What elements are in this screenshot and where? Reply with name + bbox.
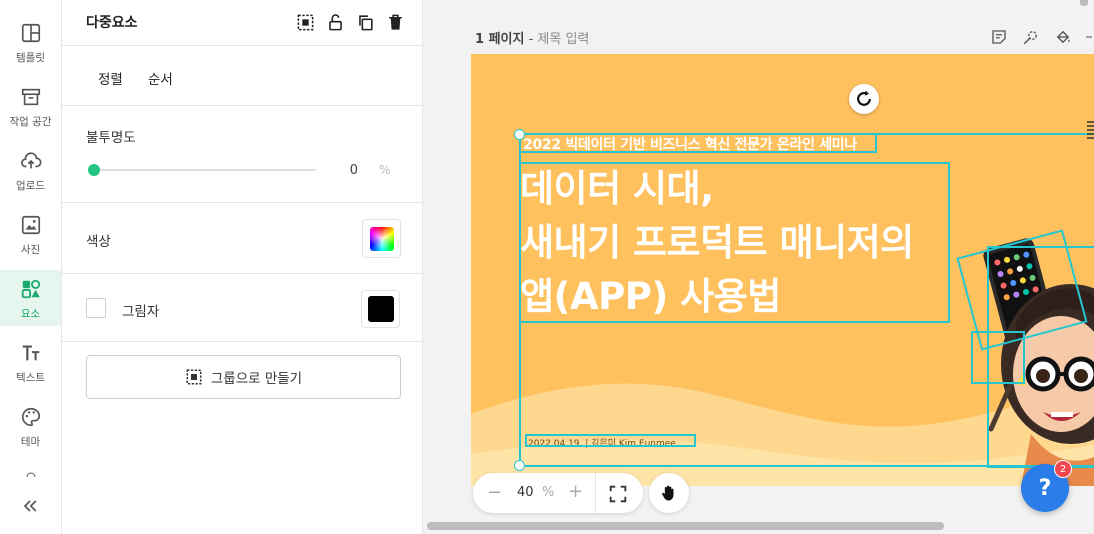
group-select-icon — [297, 14, 313, 30]
canvas-date-author-text[interactable]: 2022.04.19. | 김은미 Kim Eunmee — [528, 436, 676, 449]
rail-label: 업로드 — [16, 180, 45, 192]
headline-line: 새내기 프로덕트 매니저의 — [520, 221, 914, 264]
rail-item-text[interactable]: 텍스트 — [0, 334, 61, 390]
copy-icon — [358, 14, 373, 30]
rotate-button[interactable] — [849, 84, 879, 114]
template-icon — [21, 23, 40, 43]
color-picker-button[interactable] — [362, 219, 401, 258]
shadow-label: 그림자 — [122, 304, 160, 320]
opacity-value-input[interactable]: 0 — [332, 163, 358, 178]
panel-header: 다중요소 — [62, 0, 423, 46]
rail-item-photo[interactable]: 사진 — [0, 206, 61, 262]
tab-order[interactable]: 순서 — [148, 68, 173, 88]
shadow-color-button[interactable] — [361, 290, 400, 328]
notification-badge: 2 — [1054, 460, 1072, 478]
magic-wand-icon — [1023, 31, 1037, 45]
page-title-input[interactable]: 제목 입력 — [537, 32, 589, 47]
memoji-illustration — [983, 238, 1094, 486]
resize-handle-top-left[interactable] — [514, 129, 525, 140]
workspace: 1 페이지 - 제목 입력 2022 빅데이터 기반 비즈니스 혁신 전문가 온… — [423, 0, 1094, 534]
double-chevron-left-icon — [23, 500, 37, 512]
paint-bucket-icon — [1056, 30, 1070, 44]
resize-handle-bottom-left[interactable] — [514, 460, 525, 471]
color-wheel-icon — [369, 226, 394, 251]
zoom-divider — [595, 473, 596, 513]
shadow-checkbox[interactable] — [86, 298, 106, 318]
color-section: 색상 — [62, 203, 423, 274]
make-group-label: 그룹으로 만들기 — [210, 371, 303, 387]
opacity-label: 불투명도 — [86, 130, 136, 146]
side-resize-handle[interactable] — [1085, 116, 1094, 144]
shadow-color-swatch — [367, 296, 394, 322]
headline-line: 앱(APP) 사용법 — [520, 275, 781, 318]
rail-label: 사진 — [20, 244, 41, 256]
zoom-control: − 40 % + — [473, 473, 643, 513]
note-icon — [992, 30, 1006, 44]
palette-icon — [21, 407, 40, 427]
page-separator: - — [524, 32, 538, 47]
rail-label: 템플릿 — [16, 52, 45, 64]
fill-button[interactable] — [1052, 26, 1074, 48]
archive-icon — [21, 88, 40, 106]
upload-icon — [20, 152, 41, 169]
more-toolbar-button[interactable] — [1083, 26, 1094, 48]
memo-button[interactable] — [988, 26, 1010, 48]
zoom-value-input[interactable]: 40 — [517, 485, 534, 500]
shadow-section: 그림자 — [62, 274, 423, 342]
zoom-in-button[interactable]: + — [568, 481, 583, 502]
panel-tabs: 정렬 순서 — [62, 46, 423, 106]
rail-label: 작업 공간 — [9, 116, 52, 128]
delete-button[interactable] — [384, 11, 406, 33]
group-icon — [186, 369, 202, 385]
collapse-rail-button[interactable] — [18, 494, 42, 518]
zoom-out-button[interactable]: − — [487, 482, 502, 503]
rotate-icon — [857, 90, 871, 106]
design-canvas[interactable]: 2022 빅데이터 기반 비즈니스 혁신 전문가 온라인 세미나 데이터 시대,… — [471, 54, 1094, 486]
vertical-scrollbar[interactable] — [1080, 0, 1088, 6]
opacity-slider[interactable] — [94, 169, 316, 171]
rail-label: 테마 — [20, 436, 41, 448]
magic-button[interactable] — [1020, 26, 1042, 48]
photo-icon — [21, 215, 40, 235]
rail-label: 요소 — [20, 308, 41, 320]
canvas-headline-text[interactable]: 데이터 시대, 새내기 프로덕트 매니저의 앱(APP) 사용법 — [520, 162, 914, 324]
lock-button[interactable] — [324, 11, 346, 33]
elements-icon — [21, 279, 40, 299]
headline-line: 데이터 시대, — [520, 167, 714, 210]
rail-item-template[interactable]: 템플릿 — [0, 14, 61, 70]
make-group-button[interactable]: 그룹으로 만들기 — [86, 355, 401, 399]
panel-title: 다중요소 — [86, 15, 138, 31]
rail-item-more[interactable] — [0, 462, 61, 482]
unlock-icon — [328, 13, 342, 30]
zoom-unit: % — [542, 485, 555, 500]
color-label: 색상 — [86, 234, 111, 250]
app-window: 템플릿 작업 공간 업로드 사진 요소 텍스트 테마 다중요소 정렬 순서 불투… — [0, 0, 1094, 534]
partial-icon — [26, 472, 35, 478]
hand-icon — [662, 485, 674, 501]
rail-item-theme[interactable]: 테마 — [0, 398, 61, 454]
page-number: 1 페이지 — [475, 32, 525, 47]
horizontal-scrollbar[interactable] — [427, 522, 944, 530]
opacity-unit: % — [379, 163, 391, 177]
opacity-section: 불투명도 0 % — [62, 106, 423, 203]
rail-item-elements[interactable]: 요소 — [0, 270, 61, 326]
properties-panel: 다중요소 정렬 순서 불투명도 0 % 색상 그림자 그룹으로 만들기 — [62, 0, 423, 534]
tab-align[interactable]: 정렬 — [98, 68, 123, 88]
duplicate-button[interactable] — [354, 11, 376, 33]
opacity-slider-thumb[interactable] — [88, 164, 100, 176]
text-icon — [22, 345, 39, 361]
minus-icon — [1086, 36, 1092, 38]
rail-item-workspace[interactable]: 작업 공간 — [0, 78, 61, 134]
page-title[interactable]: 1 페이지 - 제목 입력 — [475, 28, 589, 47]
pan-tool-button[interactable] — [649, 473, 689, 513]
group-select-button[interactable] — [294, 11, 316, 33]
rail-label: 텍스트 — [16, 372, 45, 384]
canvas-subtitle-text[interactable]: 2022 빅데이터 기반 비즈니스 혁신 전문가 온라인 세미나 — [523, 134, 857, 154]
trash-icon — [388, 14, 402, 30]
fit-screen-icon[interactable] — [607, 483, 629, 505]
question-icon: ? — [1038, 475, 1052, 501]
rail-item-upload[interactable]: 업로드 — [0, 142, 61, 198]
sidebar-rail: 템플릿 작업 공간 업로드 사진 요소 텍스트 테마 — [0, 0, 62, 534]
